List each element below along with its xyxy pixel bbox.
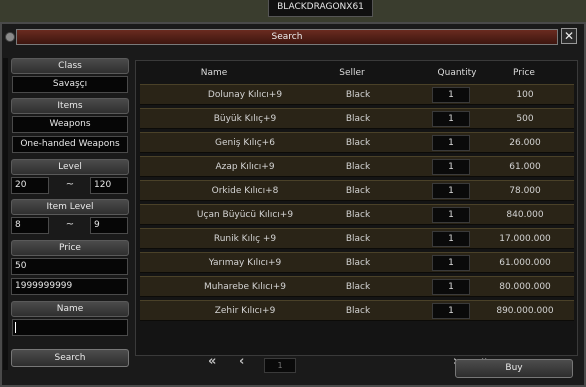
item-price: 61.000 bbox=[509, 162, 541, 172]
text-cursor bbox=[15, 322, 16, 333]
search-window: Search ✕ Class Savaşçı Items Weapons One… bbox=[0, 22, 586, 387]
item-seller: Black bbox=[345, 306, 371, 316]
items-label: Items bbox=[11, 98, 129, 114]
close-button[interactable]: ✕ bbox=[561, 28, 577, 44]
item-quantity: 1 bbox=[432, 183, 470, 199]
buy-button[interactable]: Buy bbox=[455, 359, 573, 378]
column-header-quantity: Quantity bbox=[437, 68, 477, 78]
item-quantity: 1 bbox=[432, 111, 470, 127]
item-level-label: Item Level bbox=[11, 199, 129, 215]
item-seller: Black bbox=[345, 90, 371, 100]
item-name: Büyük Kılıç+9 bbox=[213, 114, 277, 124]
item-quantity: 1 bbox=[432, 303, 470, 319]
item-quantity: 1 bbox=[432, 159, 470, 175]
results-table: Name Seller Quantity Price Dolunay Kılıc… bbox=[135, 60, 578, 356]
item-level-max-input[interactable]: 9 bbox=[90, 217, 128, 234]
column-header-price: Price bbox=[513, 68, 535, 78]
subtype-select[interactable]: One-handed Weapons bbox=[12, 136, 128, 153]
item-price: 61.000.000 bbox=[499, 258, 551, 268]
item-quantity: 1 bbox=[432, 279, 470, 295]
item-seller: Black bbox=[345, 186, 371, 196]
item-quantity: 1 bbox=[432, 207, 470, 223]
item-quantity: 1 bbox=[432, 87, 470, 103]
table-row[interactable]: Muharebe Kılıcı+9 Black 1 80.000.000 bbox=[140, 276, 574, 297]
window-title: Search bbox=[271, 32, 303, 42]
level-range-separator: ~ bbox=[65, 179, 75, 190]
first-page-icon[interactable]: « bbox=[208, 354, 216, 369]
item-level-range-separator: ~ bbox=[65, 219, 75, 230]
window-left-edge bbox=[3, 58, 8, 370]
item-name: Muharebe Kılıcı+9 bbox=[204, 282, 286, 292]
item-name: Zehir Kılıcı+9 bbox=[214, 306, 276, 316]
page-number-field[interactable]: 1 bbox=[264, 358, 296, 373]
item-name: Runik Kılıç +9 bbox=[213, 234, 277, 244]
item-price: 500 bbox=[516, 114, 534, 124]
item-price: 26.000 bbox=[509, 138, 541, 148]
table-row[interactable]: Azap Kılıcı+9 Black 1 61.000 bbox=[140, 156, 574, 177]
price-min-input[interactable]: 50 bbox=[11, 258, 128, 275]
class-label: Class bbox=[11, 58, 129, 74]
window-menu-icon[interactable] bbox=[5, 32, 15, 42]
buy-button-label: Buy bbox=[505, 363, 523, 373]
level-max-input[interactable]: 120 bbox=[90, 177, 128, 194]
search-button-label: Search bbox=[54, 353, 86, 363]
item-name: Azap Kılıcı+9 bbox=[215, 162, 275, 172]
column-header-seller: Seller bbox=[339, 68, 365, 78]
item-price: 78.000 bbox=[509, 186, 541, 196]
item-name: Orkide Kılıcı+8 bbox=[211, 186, 279, 196]
table-row[interactable]: Dolunay Kılıcı+9 Black 1 100 bbox=[140, 84, 574, 105]
level-label: Level bbox=[11, 159, 129, 175]
item-quantity: 1 bbox=[432, 135, 470, 151]
table-row[interactable]: Yarımay Kılıcı+9 Black 1 61.000.000 bbox=[140, 252, 574, 273]
item-name: Geniş Kılıç+6 bbox=[215, 138, 275, 148]
item-price: 840.000 bbox=[506, 210, 544, 220]
item-price: 890.000.000 bbox=[496, 306, 554, 316]
level-min-input[interactable]: 20 bbox=[11, 177, 49, 194]
search-button[interactable]: Search bbox=[11, 349, 129, 367]
item-quantity: 1 bbox=[432, 231, 470, 247]
close-icon: ✕ bbox=[563, 29, 575, 43]
table-row[interactable]: Büyük Kılıç+9 Black 1 500 bbox=[140, 108, 574, 129]
item-seller: Black bbox=[345, 138, 371, 148]
table-row[interactable]: Runik Kılıç +9 Black 1 17.000.000 bbox=[140, 228, 574, 249]
item-name: Uçan Büyücü Kılıcı+9 bbox=[196, 210, 294, 220]
item-price: 80.000.000 bbox=[499, 282, 551, 292]
item-name: Dolunay Kılıcı+9 bbox=[207, 90, 283, 100]
class-select[interactable]: Savaşçı bbox=[12, 76, 128, 93]
item-price: 100 bbox=[516, 90, 534, 100]
price-max-input[interactable]: 1999999999 bbox=[11, 278, 128, 295]
item-price: 17.000.000 bbox=[499, 234, 551, 244]
item-seller: Black bbox=[345, 282, 371, 292]
table-row[interactable]: Geniş Kılıç+6 Black 1 26.000 bbox=[140, 132, 574, 153]
price-label: Price bbox=[11, 240, 129, 256]
item-seller: Black bbox=[345, 234, 371, 244]
item-seller: Black bbox=[345, 114, 371, 124]
character-name-plate: BLACKDRAGONX61 bbox=[268, 0, 373, 17]
item-seller: Black bbox=[345, 258, 371, 268]
column-header-name: Name bbox=[200, 68, 228, 78]
table-row[interactable]: Uçan Büyücü Kılıcı+9 Black 1 840.000 bbox=[140, 204, 574, 225]
window-title-bar[interactable]: Search bbox=[16, 29, 558, 45]
item-seller: Black bbox=[345, 210, 371, 220]
table-row[interactable]: Orkide Kılıcı+8 Black 1 78.000 bbox=[140, 180, 574, 201]
character-name: BLACKDRAGONX61 bbox=[277, 2, 364, 12]
item-name: Yarımay Kılıcı+9 bbox=[208, 258, 282, 268]
name-input[interactable] bbox=[12, 319, 128, 336]
item-seller: Black bbox=[345, 162, 371, 172]
previous-page-icon[interactable]: ‹ bbox=[239, 354, 244, 369]
table-row[interactable]: Zehir Kılıcı+9 Black 1 890.000.000 bbox=[140, 300, 574, 321]
item-quantity: 1 bbox=[432, 255, 470, 271]
item-level-min-input[interactable]: 8 bbox=[11, 217, 49, 234]
items-select[interactable]: Weapons bbox=[12, 116, 128, 133]
name-label: Name bbox=[11, 301, 129, 317]
